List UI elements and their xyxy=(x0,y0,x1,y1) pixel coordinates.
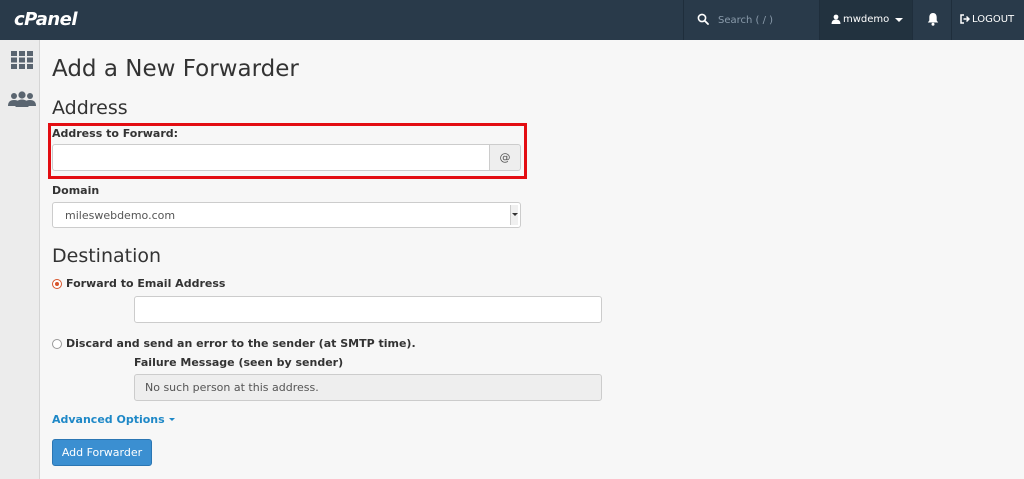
advanced-options-toggle[interactable]: Advanced Options xyxy=(52,413,175,426)
discard-radio[interactable] xyxy=(52,338,62,349)
domain-label: Domain xyxy=(52,184,100,197)
destination-section-title: Destination xyxy=(52,245,162,267)
username: mwdemo xyxy=(843,14,890,25)
bell-icon xyxy=(927,13,939,26)
forward-email-input[interactable] xyxy=(134,296,602,323)
add-forwarder-button[interactable]: Add Forwarder xyxy=(52,439,152,466)
left-sidebar xyxy=(0,40,40,479)
search-box[interactable] xyxy=(683,0,820,40)
top-navbar: cPanel mwdemo LOGOUT xyxy=(0,0,1024,40)
cpanel-logo[interactable]: cPanel xyxy=(14,9,78,30)
failure-message-input[interactable] xyxy=(134,374,602,401)
user-menu[interactable]: mwdemo xyxy=(820,0,912,40)
user-icon xyxy=(831,14,841,24)
domain-selected-value: mileswebdemo.com xyxy=(65,209,176,222)
highlight-box xyxy=(48,123,527,179)
discard-label: Discard and send an error to the sender … xyxy=(66,337,416,350)
chevron-down-icon xyxy=(168,418,175,421)
chevron-down-icon xyxy=(510,205,518,225)
forward-email-option[interactable]: Forward to Email Address xyxy=(52,277,225,290)
logout-link[interactable]: LOGOUT xyxy=(960,14,1014,25)
logout-label: LOGOUT xyxy=(972,14,1015,25)
forward-email-label: Forward to Email Address xyxy=(66,277,226,290)
discard-option[interactable]: Discard and send an error to the sender … xyxy=(52,337,416,350)
forward-email-radio[interactable] xyxy=(52,278,62,289)
users-icon[interactable] xyxy=(8,91,36,107)
failure-message-label: Failure Message (seen by sender) xyxy=(134,356,344,369)
grid-apps-icon[interactable] xyxy=(11,51,33,69)
address-section-title: Address xyxy=(52,97,128,119)
logout-icon xyxy=(960,14,971,24)
search-icon xyxy=(697,13,709,25)
advanced-options-label: Advanced Options xyxy=(52,413,165,426)
chevron-down-icon xyxy=(895,18,903,22)
page-title: Add a New Forwarder xyxy=(52,56,299,82)
domain-select[interactable]: mileswebdemo.com xyxy=(52,202,521,228)
notifications-button[interactable] xyxy=(912,0,952,40)
search-input[interactable] xyxy=(718,11,814,29)
